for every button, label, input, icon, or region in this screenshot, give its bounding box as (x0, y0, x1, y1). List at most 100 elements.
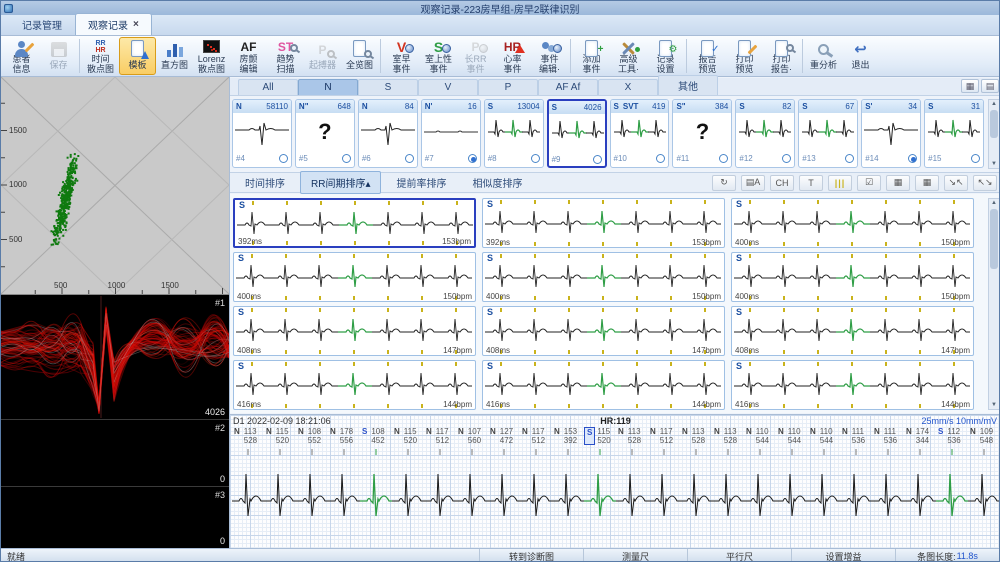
scroll-up-icon[interactable]: ▲ (991, 199, 997, 207)
template-radio-button[interactable] (468, 154, 477, 163)
template-radio-button[interactable] (405, 154, 414, 163)
toolbar-button-hist[interactable]: 直方图 (156, 37, 193, 75)
category-tab-s[interactable]: S (358, 79, 418, 95)
template-overlay-panel-2[interactable]: #2 0 (1, 421, 229, 487)
beat-annotation[interactable]: N153392 (552, 427, 584, 445)
scroll-track[interactable] (990, 207, 998, 401)
status-item-1[interactable]: 测量尺 (583, 549, 687, 562)
beat-marker-icon[interactable]: ||| (828, 175, 852, 191)
toolbar-button-lorenz[interactable]: Lorenz散点图 (193, 37, 230, 75)
beat-annotation[interactable]: N115520 (392, 427, 424, 445)
toolbar-button-addevt[interactable]: +添加事件 (573, 37, 610, 75)
template-thumbnail-6[interactable]: N84#6 (358, 99, 418, 168)
text-marker-icon[interactable]: T (799, 175, 823, 191)
template-overlay-panel-1[interactable]: #1 4026 (1, 296, 229, 420)
template-thumbnail-9[interactable]: S4026#9 (547, 99, 607, 168)
scroll-up-icon[interactable]: ▲ (991, 100, 997, 108)
beat-annotation[interactable]: N127472 (488, 427, 520, 445)
status-item-2[interactable]: 平行尺 (687, 549, 791, 562)
beat-annotation[interactable]: N178556 (328, 427, 360, 445)
status-strip-length[interactable]: 条图长度:11.8s (895, 549, 999, 562)
beat-annotation[interactable]: N110544 (808, 427, 840, 445)
report-page-icon[interactable]: ▤A (741, 175, 765, 191)
refresh-icon[interactable]: ↻ (712, 175, 736, 191)
template-radio-button[interactable] (719, 154, 728, 163)
beat-annotation[interactable]: N111536 (872, 427, 904, 445)
beat-annotation[interactable]: N174344 (904, 427, 936, 445)
toolbar-button-tools[interactable]: 高级工具· (610, 37, 647, 75)
template-radio-button[interactable] (908, 154, 917, 163)
category-tab-其他[interactable]: 其他 (658, 75, 718, 95)
toolbar-button-s[interactable]: S室上性事件 (420, 37, 457, 75)
toolbar-button-repprev[interactable]: ✓报告预览 (689, 37, 726, 75)
category-tab-af-af[interactable]: AF Af (538, 79, 598, 95)
beat-strip-cell-4[interactable]: S400ms150bpm (482, 252, 725, 302)
template-radio-button[interactable] (782, 154, 791, 163)
toolbar-button-printrep[interactable]: 打印报告· (763, 37, 800, 75)
beat-annotation[interactable]: N117512 (424, 427, 456, 445)
beat-annotation[interactable]: N115520 (264, 427, 296, 445)
ecg-strip-panel[interactable]: D1 2022-02-09 18:21:06 HR:119 25mm/s 10m… (230, 414, 1000, 548)
template-radio-button[interactable] (971, 154, 980, 163)
beat-annotation[interactable]: N110544 (776, 427, 808, 445)
toolbar-button-printprev[interactable]: 打印预览 (726, 37, 763, 75)
template-thumbnail-15[interactable]: S31#15 (924, 99, 984, 168)
template-radio-button[interactable] (342, 154, 351, 163)
template-thumbnail-10[interactable]: SSVT419#10 (610, 99, 670, 168)
beat-strip-cell-7[interactable]: S408ms147bpm (482, 306, 725, 356)
toolbar-button-hr[interactable]: HR心率事件 (494, 37, 531, 75)
template-radio-button[interactable] (656, 154, 665, 163)
beat-strip-cell-11[interactable]: S416ms144bpm (731, 360, 974, 410)
channel-icon[interactable]: CH (770, 175, 794, 191)
template-thumbnail-14[interactable]: S'34#14 (861, 99, 921, 168)
beat-annotation[interactable]: N108552 (296, 427, 328, 445)
template-radio-button[interactable] (845, 154, 854, 163)
sort-tab-0[interactable]: 时间排序 (234, 171, 296, 194)
beat-annotation[interactable]: N110544 (744, 427, 776, 445)
template-radio-button[interactable] (531, 154, 540, 163)
sort-tab-2[interactable]: 提前率排序 (385, 171, 457, 194)
sort-tab-1[interactable]: RR间期排序▴ (300, 171, 381, 194)
scroll-track[interactable] (990, 108, 998, 160)
ribbon-tab-record-manage[interactable]: 记录管理 (9, 13, 75, 35)
beat-annotation[interactable]: N113528 (680, 427, 712, 445)
shrink-icon[interactable]: ↘↖ (944, 175, 968, 191)
template-thumbnail-11[interactable]: S"384?#11 (672, 99, 732, 168)
scroll-thumb[interactable] (990, 110, 998, 138)
toolbar-button-af[interactable]: AF房颤编辑 (230, 37, 267, 75)
beat-annotation[interactable]: N111536 (840, 427, 872, 445)
beat-annotation[interactable]: N107560 (456, 427, 488, 445)
grid-scrollbar[interactable]: ▲▼ (988, 198, 1000, 410)
toolbar-button-overview[interactable]: 全览图 (341, 37, 378, 75)
expand-icon[interactable]: ↖↘ (973, 175, 997, 191)
select-page-icon[interactable]: ☑ (857, 175, 881, 191)
toolbar-button-reana[interactable]: 重分析 (805, 37, 842, 75)
beat-annotation[interactable]: S115520 (584, 427, 616, 445)
toolbar-button-template[interactable]: 模板 (119, 37, 156, 75)
toolbar-button-st[interactable]: ST趋势扫描 (267, 37, 304, 75)
category-tab-p[interactable]: P (478, 79, 538, 95)
ribbon-tab-observe-record[interactable]: 观察记录× (75, 13, 152, 35)
beat-annotation[interactable]: N113528 (712, 427, 744, 445)
layout-list-icon[interactable]: ▤ (981, 79, 999, 93)
beat-strip-cell-6[interactable]: S408ms147bpm (233, 306, 476, 356)
lorenz-scatter-panel[interactable]: 1500100050050010001500 (1, 77, 229, 295)
category-tab-v[interactable]: V (418, 79, 478, 95)
beat-annotation[interactable]: N117512 (648, 427, 680, 445)
beat-strip-cell-2[interactable]: S400ms150bpm (731, 198, 974, 248)
template-thumbnail-7[interactable]: N'16#7 (421, 99, 481, 168)
sort-tab-3[interactable]: 相似度排序 (461, 171, 533, 194)
toolbar-button-recset[interactable]: ⚙记录设置 (647, 37, 684, 75)
category-tab-all[interactable]: All (238, 79, 298, 95)
template-thumbnail-5[interactable]: N"648?#5 (295, 99, 355, 168)
template-thumbnail-12[interactable]: S82#12 (735, 99, 795, 168)
template-radio-button[interactable] (279, 154, 288, 163)
category-tab-x[interactable]: X (598, 79, 658, 95)
beat-annotation[interactable]: S112536 (936, 427, 968, 445)
beat-annotation[interactable]: N109548 (968, 427, 1000, 445)
layout-grid-icon[interactable]: ▦ (961, 79, 979, 93)
template-thumbnail-8[interactable]: S13004#8 (484, 99, 544, 168)
scroll-thumb[interactable] (990, 209, 998, 269)
scroll-down-icon[interactable]: ▼ (991, 401, 997, 409)
template-thumbnail-13[interactable]: S67#13 (798, 99, 858, 168)
